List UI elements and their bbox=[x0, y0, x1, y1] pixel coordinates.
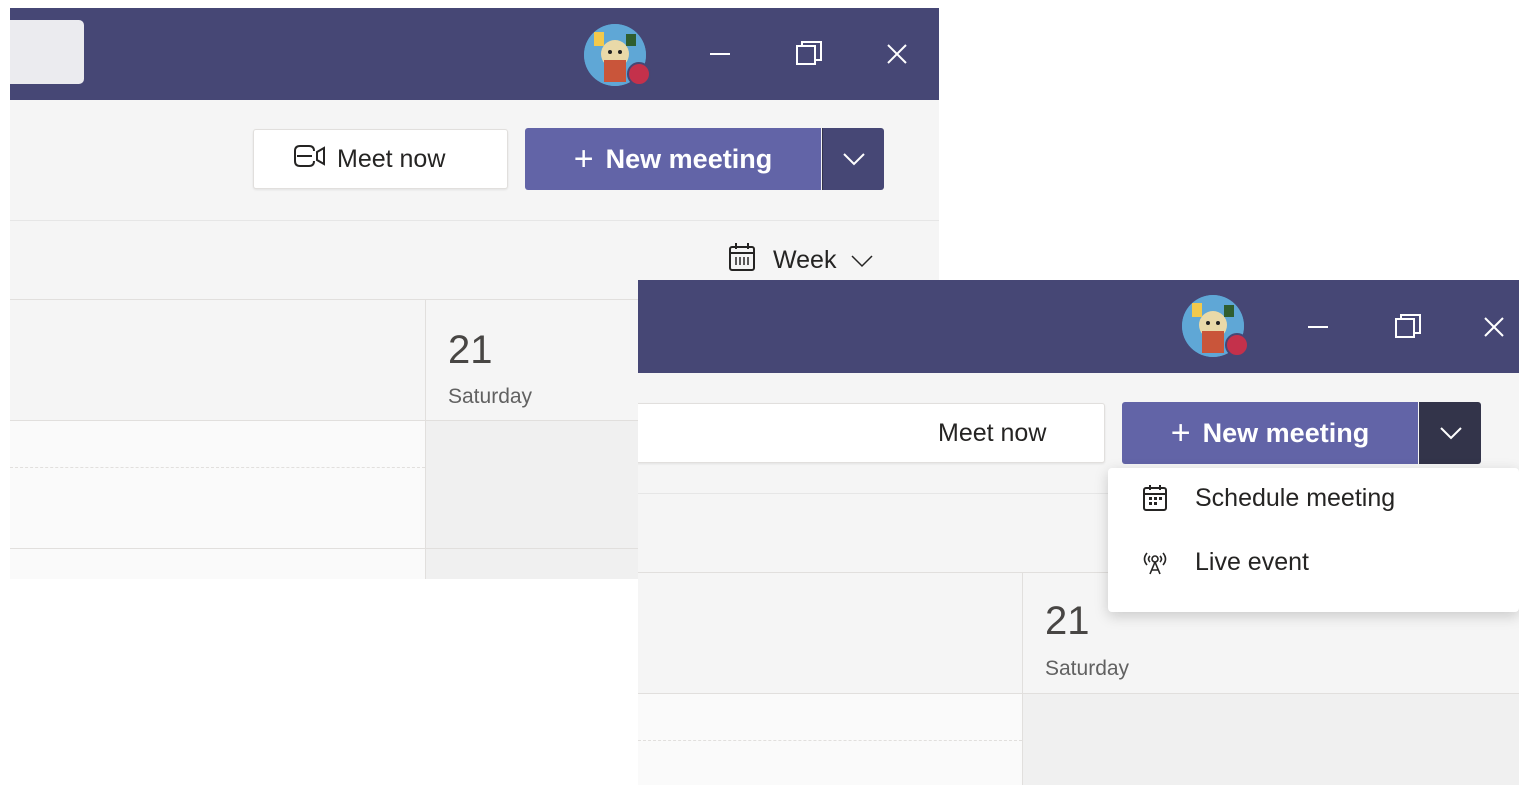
calendar-icon bbox=[727, 241, 757, 280]
search-box[interactable] bbox=[10, 20, 84, 84]
plus-icon: + bbox=[1170, 414, 1191, 452]
close-icon bbox=[887, 44, 907, 64]
day-name: Saturday bbox=[1045, 657, 1130, 680]
minimize-icon bbox=[710, 53, 730, 55]
close-icon bbox=[1484, 317, 1504, 337]
minimize-icon bbox=[1308, 326, 1328, 328]
new-meeting-dropdown-button[interactable] bbox=[1419, 402, 1481, 464]
teams-window-calendar-dropdown-open: Meet now + New meeting 21 Saturday Sched… bbox=[638, 280, 1519, 785]
half-hour-line bbox=[10, 467, 425, 468]
grid-line bbox=[638, 693, 1519, 694]
half-hour-line bbox=[638, 740, 1022, 741]
saturday-time-slots[interactable] bbox=[1023, 694, 1519, 785]
plus-icon: + bbox=[573, 140, 594, 178]
close-button[interactable] bbox=[1474, 307, 1514, 347]
new-meeting-button[interactable]: + New meeting bbox=[525, 128, 821, 190]
day-number: 21 bbox=[1045, 599, 1090, 643]
new-meeting-button[interactable]: + New meeting bbox=[1122, 402, 1418, 464]
view-switcher[interactable]: Week bbox=[727, 241, 874, 280]
menu-item-schedule-meeting[interactable]: Schedule meeting bbox=[1108, 468, 1519, 528]
minimize-button[interactable] bbox=[1298, 307, 1338, 347]
chevron-down-icon bbox=[842, 153, 865, 166]
title-bar bbox=[638, 280, 1519, 373]
presence-busy-indicator bbox=[627, 62, 651, 86]
minimize-button[interactable] bbox=[700, 34, 740, 74]
new-meeting-dropdown-button[interactable] bbox=[822, 128, 884, 190]
meet-now-label: Meet now bbox=[337, 144, 446, 173]
title-bar bbox=[10, 8, 939, 100]
calendar-icon bbox=[1139, 483, 1171, 513]
new-meeting-label: New meeting bbox=[605, 143, 773, 174]
day-name: Saturday bbox=[448, 385, 533, 408]
meet-now-button[interactable]: Meet now bbox=[638, 403, 1105, 463]
meet-now-button[interactable]: Meet now bbox=[253, 129, 508, 189]
close-button[interactable] bbox=[877, 34, 917, 74]
chevron-down-icon bbox=[1439, 427, 1462, 440]
menu-item-live-event[interactable]: Live event bbox=[1108, 532, 1519, 592]
broadcast-icon bbox=[1139, 548, 1171, 576]
time-slot-column[interactable] bbox=[10, 421, 425, 579]
restore-button[interactable] bbox=[789, 34, 829, 74]
day-number: 21 bbox=[448, 328, 493, 372]
menu-item-label: Schedule meeting bbox=[1195, 483, 1396, 512]
view-switcher-label: Week bbox=[773, 246, 837, 274]
presence-busy-indicator bbox=[1225, 333, 1249, 357]
restore-button[interactable] bbox=[1388, 307, 1428, 347]
video-camera-icon bbox=[291, 141, 327, 178]
menu-item-label: Live event bbox=[1195, 547, 1309, 576]
chevron-down-icon bbox=[850, 246, 874, 275]
new-meeting-label: New meeting bbox=[1202, 417, 1370, 448]
new-meeting-menu: Schedule meeting Live event bbox=[1108, 468, 1519, 612]
meet-now-label: Meet now bbox=[938, 418, 1047, 447]
restore-icon bbox=[1395, 314, 1421, 338]
calendar-toolbar: Meet now + New meeting bbox=[10, 100, 939, 221]
restore-icon bbox=[796, 41, 822, 65]
